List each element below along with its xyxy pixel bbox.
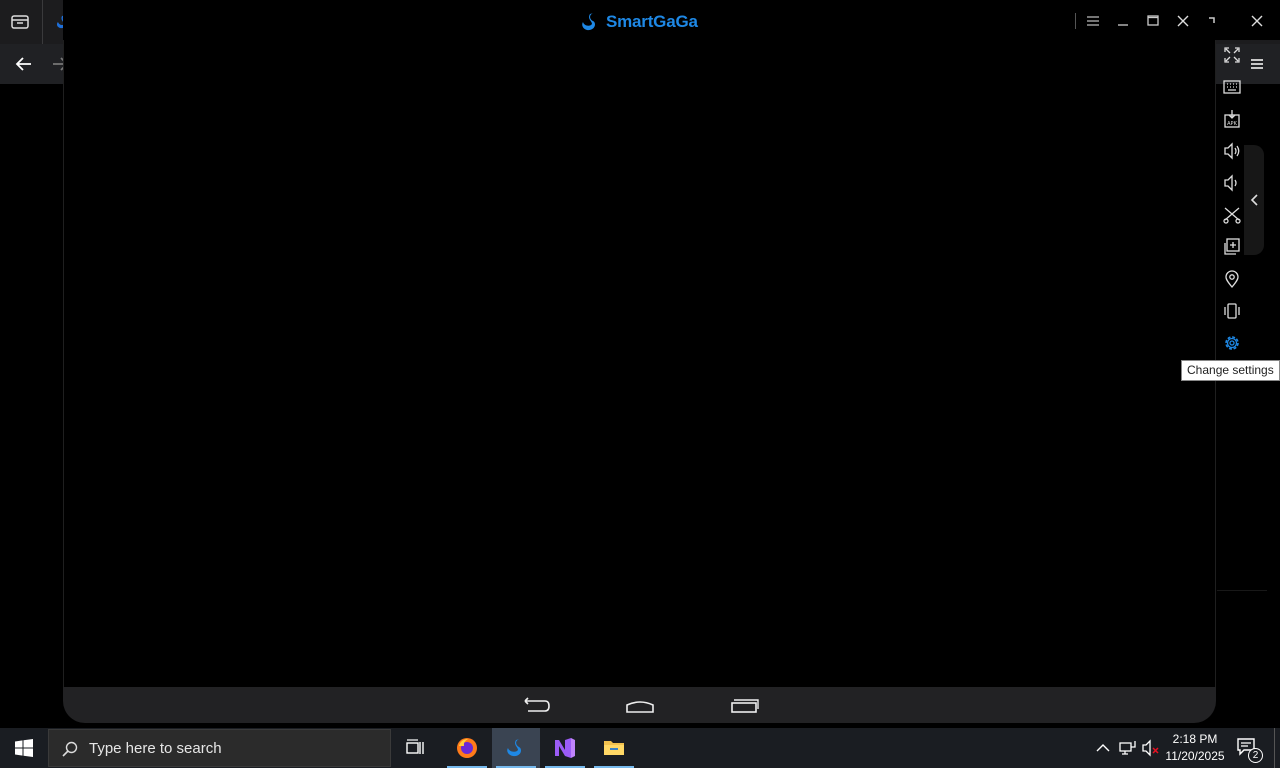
windows-logo-icon: [15, 739, 33, 757]
close-icon[interactable]: [1171, 10, 1195, 32]
chevron-left-icon: [1250, 194, 1258, 206]
volume-down-icon[interactable]: [1219, 170, 1245, 196]
system-clock[interactable]: 2:18 PM 11/20/2025: [1164, 730, 1226, 766]
chevron-up-icon[interactable]: [1094, 738, 1112, 758]
fullscreen-icon[interactable]: [1219, 42, 1245, 68]
home-icon[interactable]: [625, 697, 655, 715]
collapse-toolbar-handle[interactable]: [1244, 145, 1264, 255]
back-icon[interactable]: [521, 697, 551, 715]
smartgaga-icon[interactable]: [492, 728, 540, 768]
search-icon: [62, 741, 78, 757]
settings-tooltip: Change settings: [1181, 360, 1280, 381]
notification-count-badge: 2: [1248, 748, 1263, 763]
pin-icon[interactable]: [1203, 10, 1221, 32]
show-desktop-button[interactable]: [1274, 728, 1280, 768]
tab-menu-icon[interactable]: [8, 11, 32, 33]
task-view-icon[interactable]: [391, 728, 439, 768]
shake-icon[interactable]: [1219, 298, 1245, 324]
swan-logo-icon: [582, 13, 595, 31]
screenshot-scissors-icon[interactable]: [1219, 202, 1245, 228]
recents-icon[interactable]: [729, 697, 759, 715]
multi-instance-icon[interactable]: [1219, 234, 1245, 260]
start-button[interactable]: [0, 728, 48, 768]
browser-close-icon[interactable]: [1245, 10, 1269, 32]
search-placeholder: Type here to search: [89, 740, 222, 757]
android-screen[interactable]: [63, 40, 1216, 687]
app-title: SmartGaGa: [606, 12, 698, 31]
divider: [1075, 13, 1076, 29]
visual-studio-icon[interactable]: [541, 728, 589, 768]
svg-text:APK: APK: [1227, 121, 1237, 127]
taskbar-search-box[interactable]: Type here to search: [48, 729, 391, 767]
app-logo: SmartGaGa: [580, 10, 698, 34]
firefox-icon[interactable]: [443, 728, 491, 768]
clock-date: 11/20/2025: [1165, 749, 1225, 763]
network-icon[interactable]: [1117, 738, 1137, 758]
apk-install-icon[interactable]: APK: [1219, 106, 1245, 132]
clock-time: 2:18 PM: [1172, 732, 1218, 746]
divider: [1217, 590, 1267, 591]
maximize-icon[interactable]: [1141, 10, 1165, 32]
hamburger-icon[interactable]: [1246, 53, 1268, 75]
location-icon[interactable]: [1219, 266, 1245, 292]
back-arrow-icon[interactable]: [12, 53, 36, 75]
volume-up-icon[interactable]: [1219, 138, 1245, 164]
divider: [42, 0, 43, 44]
menu-icon[interactable]: [1081, 10, 1105, 32]
keyboard-icon[interactable]: [1219, 74, 1245, 100]
volume-muted-icon[interactable]: [1141, 738, 1161, 758]
minimize-icon[interactable]: [1111, 10, 1135, 32]
notification-center-button[interactable]: 2: [1236, 737, 1263, 763]
file-explorer-icon[interactable]: [590, 728, 638, 768]
settings-icon[interactable]: [1219, 330, 1245, 356]
